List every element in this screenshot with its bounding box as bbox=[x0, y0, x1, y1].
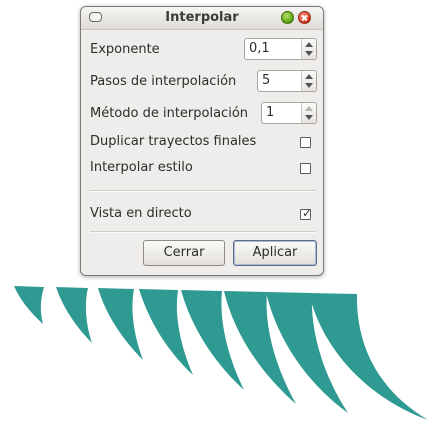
checkmark-icon: ✓ bbox=[302, 206, 313, 220]
exponent-spin-buttons[interactable] bbox=[301, 39, 316, 59]
dialog-titlebar[interactable]: Interpolar bbox=[81, 7, 323, 30]
interpolate-style-checkbox[interactable] bbox=[300, 163, 311, 174]
close-icon[interactable] bbox=[298, 11, 311, 24]
live-preview-checkbox[interactable]: ✓ bbox=[300, 206, 313, 220]
exponent-value[interactable]: 0,1 bbox=[249, 41, 270, 56]
exponent-label: Exponente bbox=[90, 42, 160, 57]
method-label: Método de interpolación bbox=[90, 106, 249, 121]
spin-up-icon[interactable] bbox=[305, 42, 313, 47]
duplicate-ends-checkbox[interactable] bbox=[300, 137, 311, 148]
interpolated-shape-1 bbox=[14, 286, 44, 324]
interpolated-shape-3 bbox=[98, 288, 143, 360]
duplicate-ends-label: Duplicar trayectos finales bbox=[90, 134, 257, 149]
spin-down-icon[interactable] bbox=[305, 115, 313, 120]
separator bbox=[90, 231, 316, 233]
method-spin-buttons[interactable] bbox=[301, 103, 316, 123]
spin-down-icon[interactable] bbox=[305, 83, 313, 88]
spin-down-icon[interactable] bbox=[305, 51, 313, 56]
steps-spin-buttons[interactable] bbox=[301, 71, 316, 91]
spin-up-icon[interactable] bbox=[305, 106, 313, 111]
method-value[interactable]: 1 bbox=[266, 105, 274, 120]
interpolated-shape-8 bbox=[309, 293, 428, 420]
separator bbox=[90, 190, 316, 192]
close-button[interactable]: Cerrar bbox=[143, 240, 225, 266]
live-preview-label: Vista en directo bbox=[90, 206, 192, 221]
maximize-icon[interactable] bbox=[281, 11, 294, 24]
steps-label: Pasos de interpolación bbox=[90, 74, 237, 89]
interpolated-shapes bbox=[14, 286, 428, 420]
exponent-spinbox[interactable]: 0,1 bbox=[244, 38, 317, 60]
steps-spinbox[interactable]: 5 bbox=[257, 70, 317, 92]
apply-button[interactable]: Aplicar bbox=[233, 240, 317, 266]
method-spinbox[interactable]: 1 bbox=[261, 102, 317, 124]
interpolate-style-label: Interpolar estilo bbox=[90, 160, 193, 175]
interpolated-shape-2 bbox=[56, 287, 92, 343]
steps-value[interactable]: 5 bbox=[262, 73, 270, 88]
spin-up-icon[interactable] bbox=[305, 74, 313, 79]
interpolate-dialog: Interpolar Exponente 0,1 Pasos de interp… bbox=[80, 6, 324, 276]
